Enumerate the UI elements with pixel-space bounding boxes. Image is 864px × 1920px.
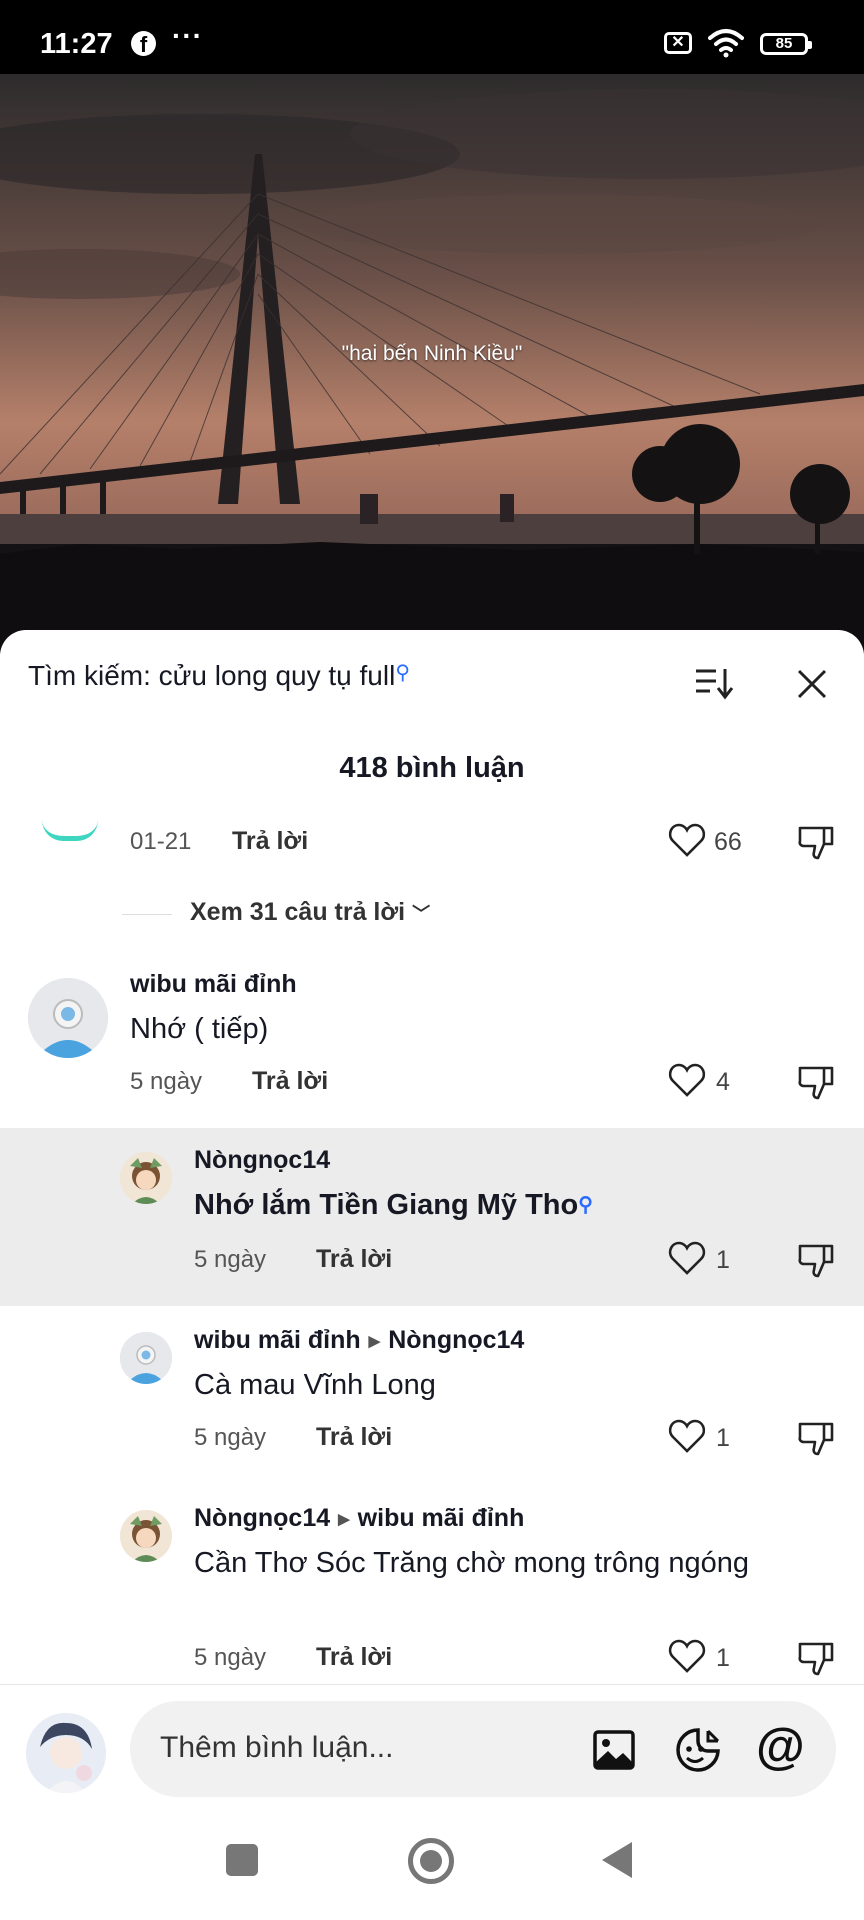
avatar-image [120, 1332, 172, 1384]
like-count: 1 [716, 1644, 730, 1672]
video-player[interactable]: "hai bến Ninh Kiều" [0, 74, 864, 654]
avatar[interactable] [120, 1332, 172, 1384]
image-icon[interactable] [592, 1729, 636, 1771]
like-count: 66 [714, 828, 742, 856]
comment-username: wibu mãi đỉnh ▶ Nòngnọc14 [194, 1326, 524, 1355]
avatar-image [120, 1152, 172, 1204]
view-replies-label: Xem 31 câu trả lời [190, 898, 406, 926]
avatar-image [26, 1713, 106, 1793]
reply-button[interactable]: Trả lời [252, 1067, 328, 1096]
heart-icon[interactable] [668, 1062, 706, 1098]
divider [122, 914, 172, 915]
comment-input-placeholder: Thêm bình luận... [160, 1731, 394, 1764]
wifi-icon [708, 29, 744, 58]
comment-username[interactable]: wibu mãi đỉnh [130, 970, 297, 999]
recents-button[interactable] [226, 1844, 258, 1876]
comment-text: Nhớ lắm Tiền Giang Mỹ Tho⚲ [194, 1184, 593, 1226]
system-nav-bar [0, 1804, 864, 1920]
comment-date: 5 ngày [194, 1644, 267, 1671]
more-notifications-icon: ··· [172, 20, 203, 51]
comment-date: 5 ngày [194, 1424, 267, 1451]
reply-button[interactable]: Trả lời [232, 827, 308, 856]
comment-username: Nòngnọc14 ▶ wibu mãi đỉnh [194, 1504, 524, 1533]
comment-text: Cần Thơ Sóc Trăng chờ mong trông ngóng [194, 1547, 749, 1579]
dislike-icon[interactable] [796, 1418, 836, 1458]
reply-target[interactable]: Nòngnọc14 [388, 1326, 524, 1354]
comment-date: 5 ngày [194, 1246, 267, 1273]
dislike-icon[interactable] [796, 1638, 836, 1678]
reply-button[interactable]: Trả lời [316, 1245, 392, 1274]
comment-input[interactable]: Thêm bình luận... @ [130, 1701, 836, 1797]
reply-author[interactable]: wibu mãi đỉnh [194, 1326, 361, 1354]
view-replies-button[interactable]: Xem 31 câu trả lời ﹀ [190, 898, 430, 927]
status-bar: 11:27 f ··· ✕ 85 [0, 0, 864, 74]
heart-icon[interactable] [668, 822, 706, 858]
my-avatar[interactable] [26, 1713, 106, 1793]
home-button[interactable] [408, 1838, 454, 1884]
comment-date: 01-21 [130, 828, 192, 855]
dislike-icon[interactable] [796, 1062, 836, 1102]
avatar[interactable] [120, 1152, 172, 1204]
chevron-down-icon: ﹀ [412, 904, 431, 924]
facebook-icon: f [131, 31, 156, 57]
comment-input-bar: Thêm bình luận... @ [0, 1684, 864, 1805]
emoji-icon[interactable] [674, 1727, 722, 1773]
comment-date: 5 ngày [130, 1068, 203, 1095]
heart-icon[interactable] [668, 1240, 706, 1276]
no-sim-icon: ✕ [664, 32, 692, 54]
avatar[interactable] [120, 1510, 172, 1562]
dislike-icon[interactable] [796, 1240, 836, 1280]
back-button[interactable] [600, 1840, 634, 1880]
reply-target[interactable]: wibu mãi đỉnh [358, 1504, 525, 1532]
search-suggestion[interactable]: Tìm kiếm: cửu long quy tụ full⚲ [28, 660, 410, 692]
comment-text-label: Nhớ lắm Tiền Giang Mỹ Tho [194, 1189, 579, 1221]
reply-to-arrow-icon: ▶ [338, 1511, 350, 1529]
like-count: 4 [716, 1068, 730, 1096]
dislike-icon[interactable] [796, 822, 836, 862]
avatar-image [120, 1510, 172, 1562]
sort-icon[interactable] [694, 666, 734, 700]
reply-button[interactable]: Trả lời [316, 1643, 392, 1672]
avatar[interactable] [42, 820, 98, 841]
comment-text: Cà mau Vĩnh Long [194, 1369, 436, 1401]
mention-icon[interactable]: @ [756, 1717, 805, 1775]
home-button-dot [420, 1850, 442, 1872]
comment-count: 418 bình luận [339, 752, 525, 784]
reply-button[interactable]: Trả lời [316, 1423, 392, 1452]
video-caption: "hai bến Ninh Kiều" [341, 342, 523, 365]
search-icon: ⚲ [395, 662, 410, 684]
comment-text: Nhớ ( tiếp) [130, 1013, 269, 1045]
reply-to-arrow-icon: ▶ [368, 1333, 381, 1351]
like-count: 1 [716, 1246, 730, 1274]
search-icon[interactable]: ⚲ [578, 1194, 593, 1216]
heart-icon[interactable] [668, 1638, 706, 1674]
like-count: 1 [716, 1424, 730, 1452]
reply-author[interactable]: Nòngnọc14 [194, 1504, 330, 1532]
comment-username[interactable]: Nòngnọc14 [194, 1146, 330, 1175]
battery-icon: 85 [760, 33, 812, 55]
clock: 11:27 [40, 28, 113, 60]
avatar[interactable] [28, 978, 108, 1058]
heart-icon[interactable] [668, 1418, 706, 1454]
search-suggestion-label: Tìm kiếm: cửu long quy tụ full [28, 660, 396, 691]
close-icon[interactable] [796, 668, 828, 700]
avatar-image [28, 978, 108, 1058]
